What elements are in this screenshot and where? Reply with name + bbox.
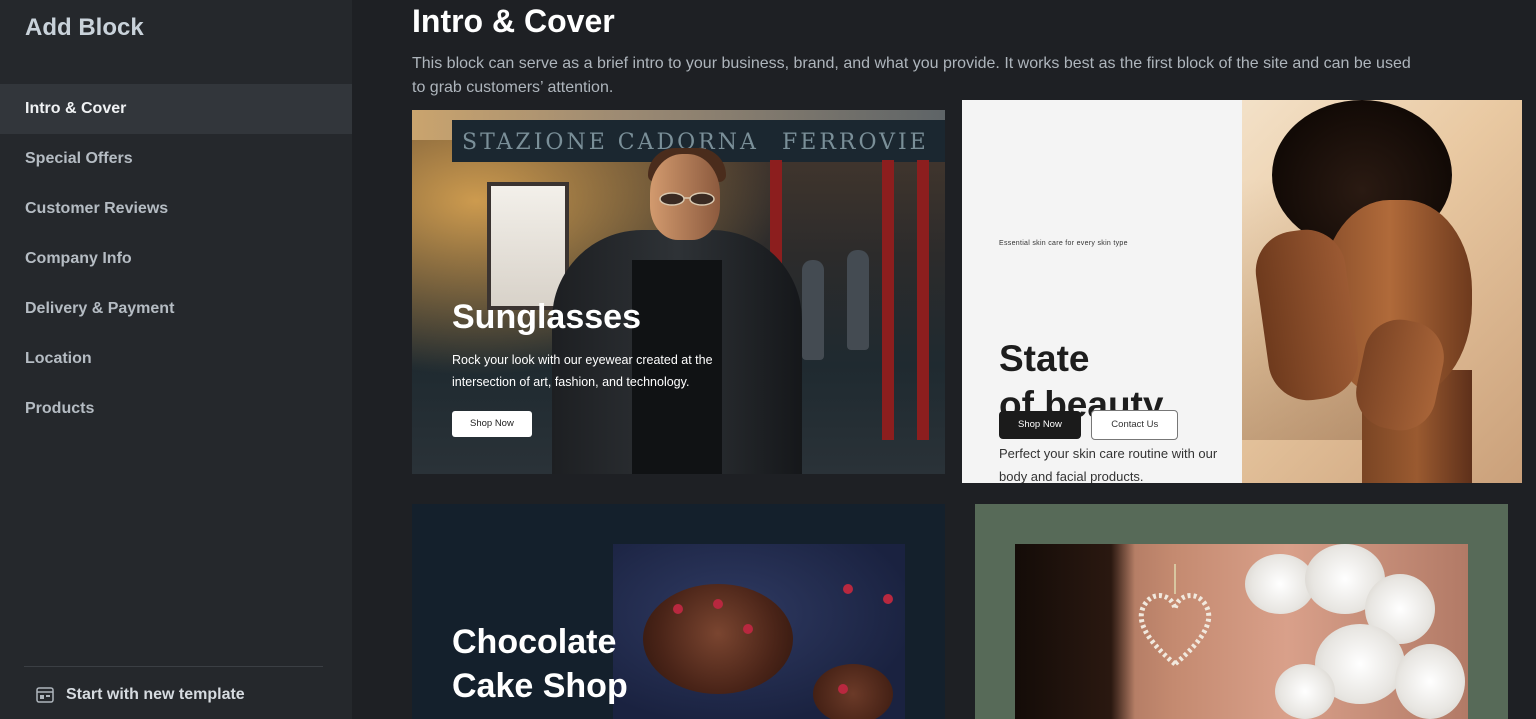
berry	[843, 584, 853, 594]
sunglasses-icon	[659, 192, 715, 206]
template-icon	[36, 687, 54, 703]
berry	[838, 684, 848, 694]
card-title: Sunglasses	[452, 298, 641, 336]
nav-item-company-info[interactable]: Company Info	[0, 234, 352, 284]
model-hair	[1015, 544, 1135, 719]
card-content: Sunglasses Rock your look with our eyewe…	[452, 298, 752, 437]
sidebar-title: Add Block	[25, 14, 144, 41]
beauty-photo	[1242, 100, 1522, 483]
sidebar: Add Block Intro & Cover Special Offers C…	[0, 0, 352, 719]
heart-earring-icon	[1138, 564, 1212, 668]
background-person	[847, 250, 869, 350]
berry	[883, 594, 893, 604]
background-person	[802, 260, 824, 360]
main-content: Intro & Cover This block can serve as a …	[352, 0, 1536, 719]
block-category-nav: Intro & Cover Special Offers Customer Re…	[0, 84, 352, 434]
template-card-jewelry[interactable]	[975, 504, 1508, 719]
station-sign-left: STAZIONE CADORNA	[462, 130, 759, 155]
card-title-line1: Chocolate	[452, 623, 617, 661]
sidebar-divider	[24, 666, 323, 667]
template-card-cake-shop[interactable]: Chocolate Cake Shop	[412, 504, 945, 719]
cake-photo	[613, 544, 905, 719]
nav-item-intro-cover[interactable]: Intro & Cover	[0, 84, 352, 134]
berry	[673, 604, 683, 614]
template-card-sunglasses[interactable]: STAZIONE CADORNA FERROVIE Sunglasses Roc…	[412, 110, 945, 474]
page-description: This block can serve as a brief intro to…	[412, 55, 1411, 96]
shop-now-button[interactable]: Shop Now	[999, 411, 1081, 439]
card-title: Chocolate Cake Shop	[452, 620, 628, 708]
nav-item-customer-reviews[interactable]: Customer Reviews	[0, 184, 352, 234]
contact-us-button[interactable]: Contact Us	[1091, 410, 1179, 440]
template-card-beauty[interactable]: Essential skin care for every skin type …	[962, 100, 1522, 483]
page-title: Intro & Cover	[412, 3, 615, 39]
flower	[1275, 664, 1335, 719]
start-new-template-label: Start with new template	[66, 686, 245, 703]
cake-image	[813, 664, 893, 719]
card-body: Perfect your skin care routine with our …	[999, 446, 1218, 483]
shop-now-button[interactable]: Shop Now	[452, 411, 532, 437]
nav-item-delivery-payment[interactable]: Delivery & Payment	[0, 284, 352, 334]
card-tagline: Essential skin care for every skin type	[999, 240, 1128, 247]
flower	[1395, 644, 1465, 719]
start-new-template-button[interactable]: Start with new template	[36, 684, 245, 706]
card-subtitle: Rock your look with our eyewear created …	[452, 353, 713, 389]
nav-item-location[interactable]: Location	[0, 334, 352, 384]
pillar	[882, 160, 894, 440]
nav-item-special-offers[interactable]: Special Offers	[0, 134, 352, 184]
card-title-line1: State	[999, 338, 1090, 379]
nav-item-products[interactable]: Products	[0, 384, 352, 434]
jewelry-photo	[1015, 544, 1468, 719]
card-title-line2: Cake Shop	[452, 667, 628, 705]
berry	[713, 599, 723, 609]
station-sign-right: FERROVIE	[782, 130, 929, 155]
berry	[743, 624, 753, 634]
pillar	[917, 160, 929, 440]
card-buttons: Shop Now Contact Us	[999, 410, 1179, 440]
